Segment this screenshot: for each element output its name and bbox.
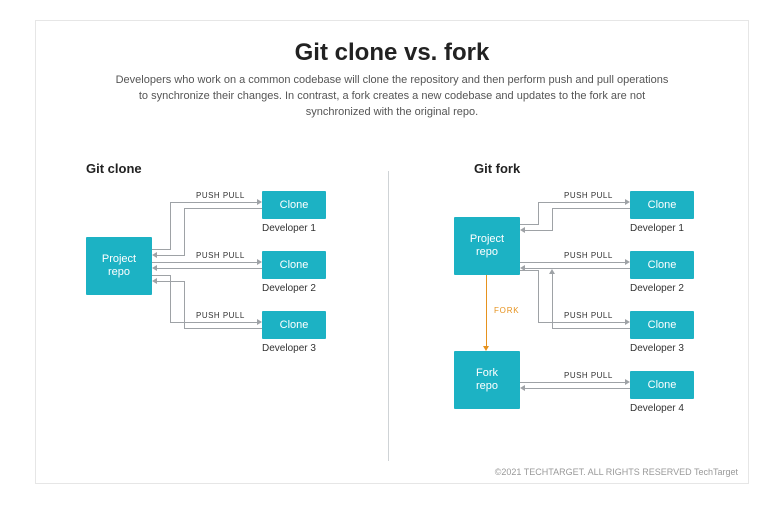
fork-label: FORK xyxy=(494,306,519,315)
push-pull-label: PUSH PULL xyxy=(564,371,613,380)
dev-label-3: Developer 3 xyxy=(262,343,316,354)
arrow-icon xyxy=(257,199,262,205)
dev-label-r3: Developer 3 xyxy=(630,343,684,354)
diagram-canvas: Git clone vs. fork Developers who work o… xyxy=(35,20,749,484)
arrow-icon xyxy=(152,278,157,284)
clone-box-r4: Clone xyxy=(630,371,694,399)
connector xyxy=(552,208,553,231)
connector xyxy=(520,270,538,271)
connector xyxy=(520,262,625,263)
diagram-subtitle: Developers who work on a common codebase… xyxy=(112,73,672,121)
dev-label-r2: Developer 2 xyxy=(630,283,684,294)
dev-label-r4: Developer 4 xyxy=(630,403,684,414)
dev-label-2: Developer 2 xyxy=(262,283,316,294)
push-pull-label: PUSH PULL xyxy=(564,311,613,320)
connector xyxy=(170,275,171,323)
clone-box-1: Clone xyxy=(262,191,326,219)
connector xyxy=(520,382,625,383)
arrow-icon xyxy=(549,269,555,274)
project-repo-label-r: Project repo xyxy=(470,233,504,258)
center-divider xyxy=(388,171,389,461)
push-pull-label: PUSH PULL xyxy=(196,191,245,200)
push-pull-label: PUSH PULL xyxy=(196,311,245,320)
project-repo-label: Project repo xyxy=(102,253,136,278)
arrow-icon xyxy=(625,379,630,385)
clone-box-3: Clone xyxy=(262,311,326,339)
connector xyxy=(538,202,625,203)
connector xyxy=(184,328,262,329)
connector xyxy=(525,268,630,269)
connector xyxy=(184,208,185,256)
connector xyxy=(157,281,185,282)
project-repo-box-r: Project repo xyxy=(454,217,520,275)
arrow-icon xyxy=(152,252,157,258)
connector xyxy=(157,268,262,269)
arrow-icon xyxy=(257,259,262,265)
push-pull-label: PUSH PULL xyxy=(196,251,245,260)
arrow-icon xyxy=(625,319,630,325)
project-repo-box: Project repo xyxy=(86,237,152,295)
clone-heading: Git clone xyxy=(86,161,142,176)
connector xyxy=(520,224,538,225)
arrow-icon xyxy=(625,199,630,205)
connector xyxy=(552,274,553,329)
dev-label-r1: Developer 1 xyxy=(630,223,684,234)
git-clone-section: Git clone Project repo Clone Developer 1… xyxy=(66,161,386,461)
fork-repo-label: Fork repo xyxy=(476,367,498,392)
arrow-icon xyxy=(520,385,525,391)
push-pull-label: PUSH PULL xyxy=(564,251,613,260)
arrow-icon xyxy=(152,265,157,271)
connector xyxy=(525,388,630,389)
arrow-icon xyxy=(625,259,630,265)
footer-attribution: ©2021 TECHTARGET. ALL RIGHTS RESERVED Te… xyxy=(495,467,738,477)
connector xyxy=(157,255,185,256)
clone-box-2: Clone xyxy=(262,251,326,279)
dev-label-1: Developer 1 xyxy=(262,223,316,234)
clone-box-r2: Clone xyxy=(630,251,694,279)
git-fork-section: Git fork Project repo Fork repo Clone De… xyxy=(414,161,734,481)
clone-box-r3: Clone xyxy=(630,311,694,339)
connector xyxy=(152,262,257,263)
connector xyxy=(525,230,553,231)
fork-arrow-icon xyxy=(483,346,489,351)
connector xyxy=(184,208,262,209)
fork-heading: Git fork xyxy=(474,161,520,176)
connector xyxy=(152,275,170,276)
push-pull-label: PUSH PULL xyxy=(564,191,613,200)
fork-repo-box: Fork repo xyxy=(454,351,520,409)
connector xyxy=(538,270,539,323)
connector xyxy=(152,249,170,250)
arrow-icon xyxy=(257,319,262,325)
diagram-title: Git clone vs. fork xyxy=(36,39,748,67)
connector xyxy=(552,208,630,209)
arrow-icon xyxy=(520,227,525,233)
fork-connector xyxy=(486,275,487,346)
connector xyxy=(170,202,257,203)
connector xyxy=(552,328,630,329)
connector xyxy=(538,202,539,225)
clone-box-r1: Clone xyxy=(630,191,694,219)
connector xyxy=(170,202,171,250)
connector xyxy=(184,281,185,329)
